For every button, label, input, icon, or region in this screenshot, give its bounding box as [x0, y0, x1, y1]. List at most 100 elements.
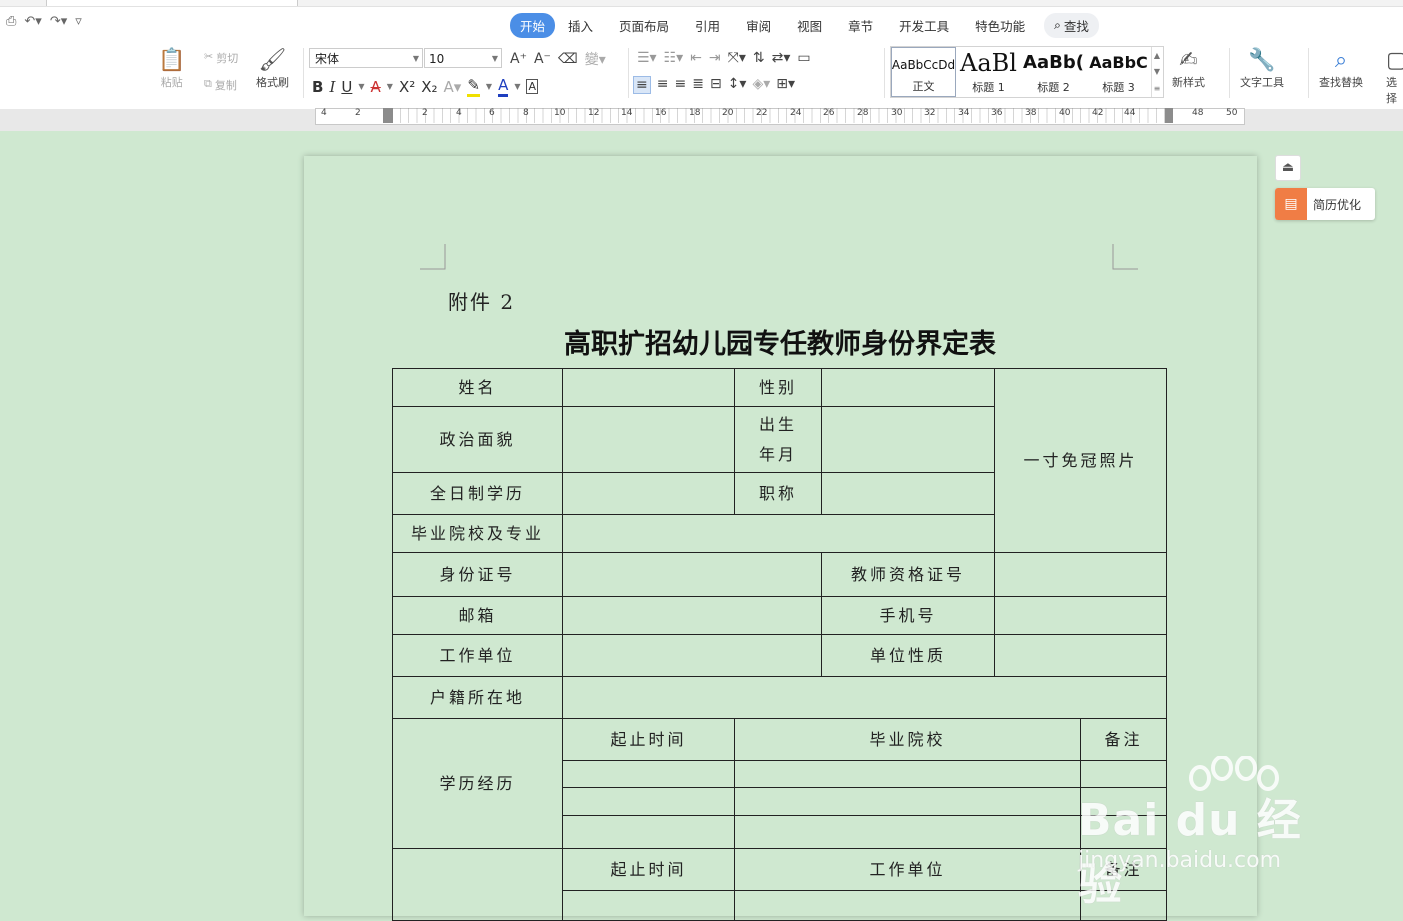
paste-button[interactable]: 📋 粘贴 — [158, 48, 185, 90]
tab-view[interactable]: 视图 — [784, 13, 835, 38]
tab-insert[interactable]: 插入 — [555, 13, 606, 38]
cell-input-id-number[interactable] — [562, 552, 822, 597]
cell-photo[interactable]: 一寸免冠照片 — [994, 368, 1167, 553]
cell-input-grad-school[interactable] — [734, 760, 1081, 788]
underline-icon[interactable]: U — [341, 78, 352, 96]
decrease-indent-icon[interactable]: ⇤ — [690, 50, 702, 66]
cell-input-unit-nature[interactable] — [994, 634, 1167, 677]
show-hide-icon[interactable]: ⇄▾ — [772, 50, 791, 66]
tab-review[interactable]: 审阅 — [733, 13, 784, 38]
tab-features[interactable]: 特色功能 — [962, 13, 1038, 38]
cell-input-household[interactable] — [562, 676, 1167, 719]
format-painter-button[interactable]: 🖌 格式刷 — [256, 48, 289, 90]
style-heading-2[interactable]: AaBb( 标题 2 — [1021, 47, 1086, 97]
char-border-icon[interactable]: A — [526, 79, 539, 94]
select-button[interactable]: ▢ 选择 — [1386, 48, 1403, 106]
search-button[interactable]: ⌕ 查找 — [1044, 13, 1099, 38]
align-right-icon[interactable]: ≡ — [674, 76, 686, 94]
tab-home[interactable]: 开始 — [510, 13, 556, 38]
highlight-icon[interactable]: ✎ — [467, 76, 480, 97]
cell-input-work-unit-2[interactable] — [734, 890, 1081, 921]
cell-input-education[interactable] — [562, 472, 735, 515]
font-name-select[interactable]: 宋体 ▼ — [309, 48, 423, 68]
strikethrough-icon[interactable]: A — [371, 78, 381, 96]
find-replace-button[interactable]: ⌕ 查找替换 — [1319, 48, 1363, 90]
clear-format-icon[interactable]: ⌫ — [558, 51, 578, 67]
phonetic-icon[interactable]: 變▾ — [585, 49, 606, 69]
cell-input-political[interactable] — [562, 406, 735, 473]
ruler-number: 44 — [1124, 108, 1136, 118]
chevron-down-icon[interactable]: ▼ — [514, 82, 520, 91]
cell-input-school-major[interactable] — [562, 514, 995, 553]
align-center-icon[interactable]: ≡ — [657, 76, 669, 94]
cell-input-phone[interactable] — [994, 596, 1167, 635]
chevron-down-icon[interactable]: ▼ — [486, 82, 492, 91]
styles-scroll[interactable]: ▲ ▼ ≡ — [1151, 47, 1162, 97]
customize-icon[interactable]: ▿ — [75, 14, 82, 29]
increase-indent-icon[interactable]: ⇥ — [709, 50, 721, 66]
ruler-ticks — [383, 108, 1173, 123]
new-style-label: 新样式 — [1172, 76, 1205, 89]
chevron-down-icon: ▼ — [412, 54, 419, 63]
borders-icon[interactable]: ⊞▾ — [776, 76, 795, 94]
chevron-down-icon[interactable]: ▼ — [387, 82, 393, 91]
superscript-icon[interactable]: X² — [399, 78, 415, 96]
text-tools-button[interactable]: 🔧 文字工具 — [1240, 48, 1284, 90]
ruler-number: 2 — [422, 108, 428, 118]
chevron-down-icon[interactable]: ▼ — [1154, 67, 1160, 76]
font-color-icon[interactable]: A — [498, 76, 509, 97]
align-left-icon[interactable]: ≡ — [633, 76, 651, 94]
bold-icon[interactable]: B — [312, 78, 323, 96]
chinese-layout-icon[interactable]: ⤧▾ — [728, 50, 746, 66]
cell-input-period[interactable] — [562, 815, 735, 849]
font-size-select[interactable]: 10 ▼ — [424, 48, 502, 68]
cell-input-period-2[interactable] — [562, 890, 735, 921]
distributed-icon[interactable]: ⊟ — [710, 76, 722, 94]
new-style-button[interactable]: ✍ 新样式 — [1172, 48, 1205, 90]
cell-input-title[interactable] — [821, 472, 995, 515]
shrink-font-icon[interactable]: A⁻ — [534, 51, 551, 67]
tab-developer[interactable]: 开发工具 — [886, 13, 962, 38]
chevron-down-icon[interactable]: ▼ — [358, 82, 364, 91]
resume-optimize-button[interactable]: ▤ 简历优化 — [1275, 188, 1375, 220]
divider — [884, 48, 885, 98]
subscript-icon[interactable]: X₂ — [421, 78, 437, 96]
expand-icon[interactable]: ≡ — [1154, 84, 1161, 93]
chevron-up-icon[interactable]: ▲ — [1154, 51, 1160, 60]
redo-icon[interactable]: ↷▾ — [50, 14, 67, 29]
cell-input-email[interactable] — [562, 596, 822, 635]
undo-icon[interactable]: ↶▾ — [24, 14, 41, 29]
style-heading-3[interactable]: AaBbC 标题 3 — [1086, 47, 1151, 97]
shading-icon[interactable]: ◈▾ — [752, 76, 770, 94]
cell-input-period[interactable] — [562, 787, 735, 816]
document-tab[interactable] — [46, 0, 298, 6]
tab-section[interactable]: 章节 — [835, 13, 886, 38]
numbered-list-icon[interactable]: ☷▾ — [664, 50, 684, 66]
style-heading-1[interactable]: AaBl 标题 1 — [956, 47, 1021, 97]
text-effect-icon[interactable]: A▾ — [444, 78, 462, 96]
italic-icon[interactable]: I — [329, 78, 335, 96]
tab-leader-icon[interactable]: ▭ — [797, 50, 810, 66]
cell-input-grad-school[interactable] — [734, 787, 1081, 816]
bullet-list-icon[interactable]: ☰▾ — [637, 50, 657, 66]
copy-button[interactable]: ⧉ 复制 — [204, 77, 237, 93]
cell-input-grad-school[interactable] — [734, 815, 1081, 849]
cell-input-birth[interactable] — [821, 406, 995, 473]
cell-input-gender[interactable] — [821, 368, 995, 407]
line-spacing-icon[interactable]: ↕▾ — [728, 76, 747, 94]
grow-font-icon[interactable]: A⁺ — [510, 51, 527, 67]
print-preview-icon[interactable]: ⎙ — [6, 14, 16, 29]
tab-page-layout[interactable]: 页面布局 — [606, 13, 682, 38]
cell-input-name[interactable] — [562, 368, 735, 407]
cell-input-teacher-cert[interactable] — [994, 552, 1167, 597]
style-label: 标题 1 — [972, 81, 1005, 94]
justify-icon[interactable]: ≣ — [692, 76, 704, 94]
cell-input-period[interactable] — [562, 760, 735, 788]
cell-input-work-unit[interactable] — [562, 634, 822, 677]
style-normal[interactable]: AaBbCcDd 正文 — [891, 47, 956, 97]
sort-icon[interactable]: ⇅ — [753, 50, 765, 66]
tab-references[interactable]: 引用 — [682, 13, 733, 38]
cut-button[interactable]: ✂ 剪切 — [204, 50, 238, 66]
cell-header-period-2: 起止时间 — [562, 848, 735, 891]
collapse-ribbon-button[interactable]: ⏏ — [1275, 155, 1301, 181]
